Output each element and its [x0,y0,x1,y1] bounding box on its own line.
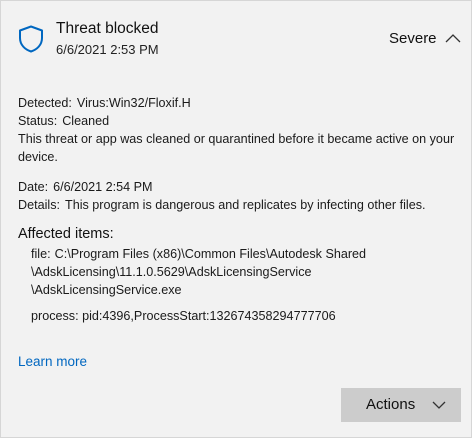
affected-process-line: process: pid:4396,ProcessStart:132674358… [31,309,336,323]
actions-button-label: Actions [366,396,416,413]
threat-card: Threat blocked 6/6/2021 2:53 PM Severe D… [0,0,472,438]
status-value: Cleaned [62,114,110,128]
chevron-up-icon[interactable] [445,33,461,43]
threat-title: Threat blocked [56,20,159,37]
affected-file-line-1: file: C:\Program Files (x86)\Common Files… [31,245,366,263]
detected-value: Virus:Win32/Floxif.H [76,96,191,110]
status-row: Status: Cleaned [18,112,109,130]
date-row: Date: 6/6/2021 2:54 PM [18,178,153,196]
file-path-part-3: \AdskLicensingService.exe [31,283,182,297]
details-label: Details: [18,198,60,212]
file-path-part-2: \AdskLicensing\11.1.0.5629\AdskLicensing… [31,265,312,279]
learn-more-link[interactable]: Learn more [18,354,87,369]
severity-label: Severe [389,30,437,47]
status-description: This threat or app was cleaned or quaran… [18,132,455,164]
shield-icon [19,25,43,53]
date-value: 6/6/2021 2:54 PM [53,180,153,194]
details-value: This program is dangerous and replicates… [65,198,426,212]
affected-items-heading: Affected items: [18,226,114,242]
detected-row: Detected: Virus:Win32/Floxif.H [18,94,191,112]
status-label: Status: [18,114,58,128]
chevron-down-icon [432,401,446,409]
actions-button[interactable]: Actions [341,388,461,422]
process-value: pid:4396,ProcessStart:132674358294777706 [82,309,336,323]
threat-timestamp: 6/6/2021 2:53 PM [56,42,159,57]
file-path-part-1: C:\Program Files (x86)\Common Files\Auto… [54,247,367,261]
date-label: Date: [18,180,49,194]
process-label: process: [31,309,79,323]
detected-label: Detected: [18,96,72,110]
details-row: Details: This program is dangerous and re… [18,196,426,214]
file-label: file: [31,247,51,261]
